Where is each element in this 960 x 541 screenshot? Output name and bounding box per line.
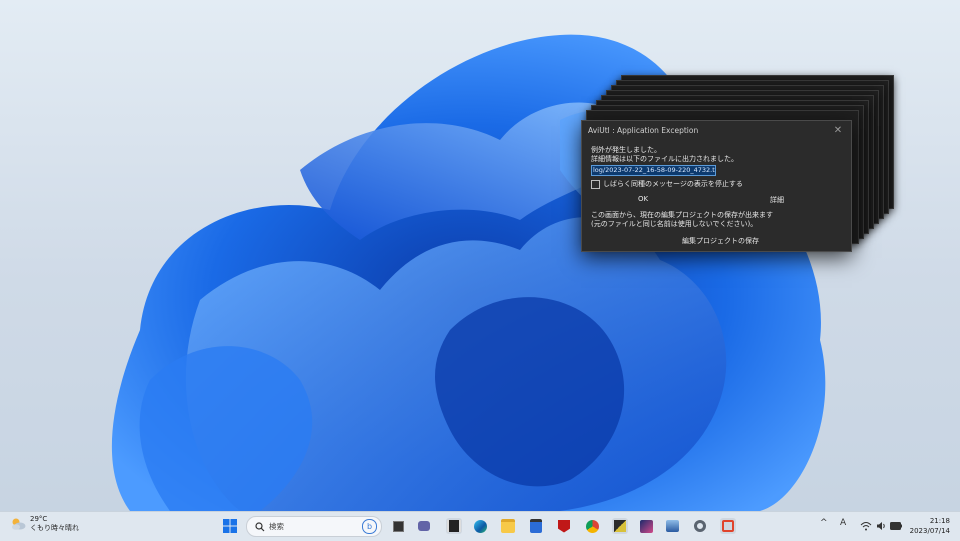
weather-widget[interactable]: 29°C くもり時々晴れ (10, 515, 79, 533)
weather-temperature: 29°C (30, 515, 48, 523)
ime-indicator[interactable]: A (840, 518, 846, 528)
taskbar: 29°C くもり時々晴れ 検索 b ^ A 21:18 2023/07/14 (0, 511, 960, 541)
task-view-icon[interactable] (390, 518, 406, 534)
teams-chat-icon[interactable] (416, 518, 432, 534)
mcafee-icon[interactable] (556, 518, 572, 534)
details-button[interactable]: 詳細 (770, 195, 784, 205)
suppress-messages-label: しばらく同種のメッセージの表示を停止する (603, 180, 743, 188)
partly-cloudy-icon (12, 518, 26, 530)
aviutl-icon[interactable] (612, 518, 628, 534)
chrome-icon[interactable] (584, 518, 600, 534)
snipping-tool-icon[interactable] (720, 518, 736, 534)
dialog-titlebar[interactable]: AviUtl : Application Exception ✕ (582, 121, 851, 139)
error-message: 例外が発生しました。 詳細情報は以下のファイルに出力されました。 (591, 146, 738, 164)
close-icon[interactable]: ✕ (831, 123, 845, 137)
suppress-messages-checkbox-row[interactable]: しばらく同種のメッセージの表示を停止する (591, 179, 743, 189)
exception-dialog: AviUtl : Application Exception ✕ 例外が発生しま… (581, 120, 852, 252)
message-line: 例外が発生しました。 (591, 146, 661, 154)
bing-icon[interactable]: b (362, 519, 377, 534)
save-project-button[interactable]: 編集プロジェクトの保存 (682, 236, 759, 246)
note-line: (元のファイルと同じ名前は使用しないでください)。 (591, 220, 758, 228)
weather-description: くもり時々晴れ (30, 524, 79, 532)
ok-button[interactable]: OK (638, 195, 648, 203)
system-clock[interactable]: 21:18 2023/07/14 (910, 516, 950, 536)
search-icon (255, 521, 265, 531)
search-placeholder: 検索 (269, 522, 284, 531)
clock-date: 2023/07/14 (909, 527, 950, 535)
chevron-up-icon[interactable]: ^ (820, 518, 828, 528)
store-icon[interactable] (528, 518, 544, 534)
file-explorer-icon[interactable] (500, 518, 516, 534)
wifi-icon[interactable] (860, 521, 872, 531)
start-icon[interactable] (222, 518, 238, 534)
note-line: この画面から、現在の編集プロジェクトの保存が出来ます (591, 211, 773, 219)
taskbar-search-box[interactable]: 検索 b (246, 516, 382, 537)
save-note: この画面から、現在の編集プロジェクトの保存が出来ます (元のファイルと同じ名前は… (591, 211, 773, 229)
dialog-title: AviUtl : Application Exception (588, 125, 699, 135)
battery-icon[interactable] (890, 522, 902, 530)
settings-icon[interactable] (692, 518, 708, 534)
log-file-path-field[interactable]: log/2023-07-22_16-58-09-220_4732.txt (591, 165, 716, 176)
message-line: 詳細情報は以下のファイルに出力されました。 (591, 155, 738, 163)
speaker-icon[interactable] (876, 521, 886, 531)
photos-icon[interactable] (664, 518, 680, 534)
desktop: AviUtl : Application Exception ✕ 例外が発生しま… (0, 0, 960, 511)
edge-icon[interactable] (472, 518, 488, 534)
film-icon[interactable] (446, 518, 462, 534)
clock-time: 21:18 (929, 517, 950, 525)
suppress-messages-checkbox[interactable] (591, 179, 600, 189)
media-player-icon[interactable] (638, 518, 654, 534)
